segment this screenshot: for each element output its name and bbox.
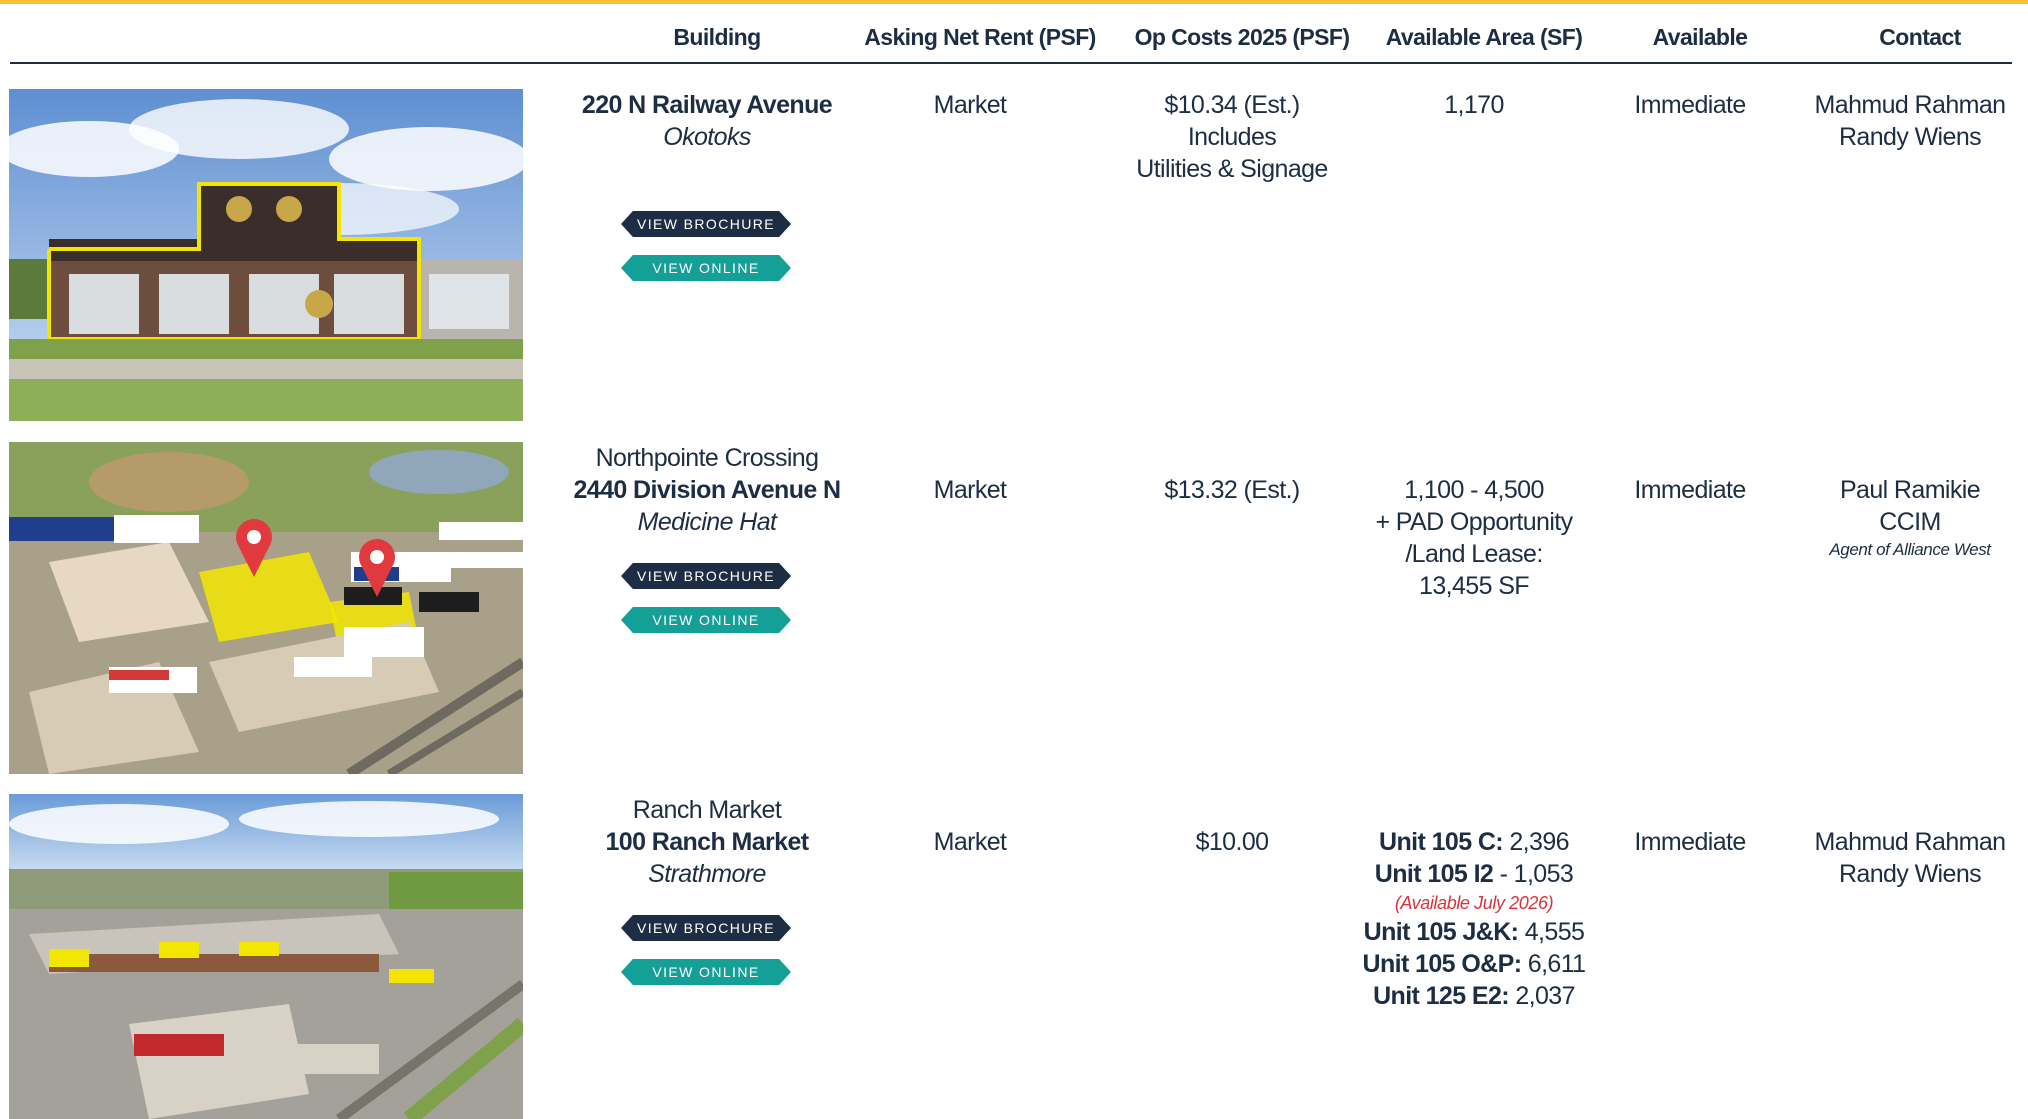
header-asking-rent: Asking Net Rent (PSF) — [864, 24, 1096, 50]
unit-label: Unit 105 I2 — [1374, 860, 1494, 888]
view-online-button[interactable]: VIEW ONLINE — [621, 959, 791, 985]
contact-designation: CCIM — [1879, 508, 1941, 536]
unit-area: 6,611 — [1521, 950, 1586, 978]
view-online-button[interactable]: VIEW ONLINE — [621, 607, 791, 633]
contact-name: Mahmud Rahman — [1814, 91, 2007, 119]
header-building: Building — [673, 24, 761, 50]
view-brochure-button[interactable]: VIEW BROCHURE — [621, 563, 791, 589]
op-costs-note: Utilities & Signage — [1136, 155, 1328, 183]
area-note: + PAD Opportunity — [1375, 508, 1573, 536]
table-row: Ranch Market 100 Ranch Market Strathmore… — [0, 794, 2028, 1119]
availability: Immediate — [1634, 828, 1746, 856]
asking-rent: Market — [933, 91, 1007, 119]
unit-line: Unit 105 O&P: 6,611 — [1339, 948, 1609, 980]
unit-label: Unit 125 E2: — [1373, 982, 1510, 1010]
available-area-cell: Unit 105 C: 2,396 Unit 105 I2 - 1,053 (A… — [1339, 826, 1609, 1012]
available-area-cell: 1,100 - 4,500 + PAD Opportunity /Land Le… — [1339, 474, 1609, 602]
available-area: 1,170 — [1444, 91, 1504, 119]
unit-availability-note: (Available July 2026) — [1394, 893, 1554, 913]
contact-name: Mahmud Rahman — [1814, 828, 2007, 856]
unit-line: Unit 105 I2 - 1,053 — [1339, 858, 1609, 890]
building-address: 2440 Division Avenue N — [573, 476, 841, 504]
table-row: 220 N Railway Avenue Okotoks VIEW BROCHU… — [0, 89, 2028, 424]
property-photo — [9, 442, 523, 774]
unit-line: Unit 125 E2: 2,037 — [1339, 980, 1609, 1012]
contact-cell: Mahmud Rahman Randy Wiens — [1800, 89, 2020, 153]
building-city: Medicine Hat — [637, 508, 777, 536]
building-city: Strathmore — [648, 860, 766, 888]
header-available-area: Available Area (SF) — [1385, 24, 1583, 50]
building-cell: 220 N Railway Avenue Okotoks — [572, 89, 842, 153]
op-costs-note: Includes — [1187, 123, 1277, 151]
contact-name: Randy Wiens — [1838, 123, 1982, 151]
availability: Immediate — [1634, 476, 1746, 504]
unit-area: - 1,053 — [1493, 860, 1574, 888]
unit-area: 2,037 — [1508, 982, 1575, 1010]
unit-label: Unit 105 C: — [1379, 828, 1504, 856]
unit-label: Unit 105 J&K: — [1363, 918, 1519, 946]
op-costs-value: $10.34 (Est.) — [1164, 91, 1300, 119]
building-address: 100 Ranch Market — [605, 828, 810, 856]
op-costs-value: $10.00 — [1195, 828, 1269, 856]
header-available: Available — [1652, 24, 1748, 50]
contact-cell: Mahmud Rahman Randy Wiens — [1800, 826, 2020, 890]
building-name: Northpointe Crossing — [595, 444, 819, 472]
building-name: Ranch Market — [632, 796, 782, 824]
view-brochure-button[interactable]: VIEW BROCHURE — [621, 211, 791, 237]
asking-rent: Market — [933, 476, 1007, 504]
area-note: 13,455 SF — [1419, 572, 1530, 600]
building-city: Okotoks — [663, 123, 751, 151]
contact-name: Paul Ramikie — [1839, 476, 1981, 504]
unit-area: 4,555 — [1518, 918, 1585, 946]
view-brochure-button[interactable]: VIEW BROCHURE — [621, 915, 791, 941]
table-row: Northpointe Crossing 2440 Division Avenu… — [0, 442, 2028, 777]
building-cell: Ranch Market 100 Ranch Market Strathmore — [572, 794, 842, 890]
op-costs-cell: $10.34 (Est.) Includes Utilities & Signa… — [1097, 89, 1367, 185]
contact-cell: Paul Ramikie CCIM Agent of Alliance West — [1800, 474, 2020, 562]
unit-area: 2,396 — [1503, 828, 1569, 856]
view-online-button[interactable]: VIEW ONLINE — [621, 255, 791, 281]
contact-name: Randy Wiens — [1838, 860, 1982, 888]
area-note: /Land Lease: — [1405, 540, 1543, 568]
header-contact: Contact — [1879, 24, 1961, 50]
building-address: 220 N Railway Avenue — [581, 91, 833, 119]
header-op-costs: Op Costs 2025 (PSF) — [1134, 24, 1350, 50]
area-range: 1,100 - 4,500 — [1404, 476, 1544, 504]
availability: Immediate — [1634, 91, 1746, 119]
unit-line: Unit 105 J&K: 4,555 — [1339, 916, 1609, 948]
unit-label: Unit 105 O&P: — [1362, 950, 1523, 978]
property-photo — [9, 89, 523, 421]
unit-line: Unit 105 C: 2,396 — [1339, 826, 1609, 858]
building-cell: Northpointe Crossing 2440 Division Avenu… — [572, 442, 842, 538]
contact-note: Agent of Alliance West — [1829, 540, 1991, 559]
property-photo — [9, 794, 523, 1119]
op-costs-value: $13.32 (Est.) — [1164, 476, 1300, 504]
table-header: Building Asking Net Rent (PSF) Op Costs … — [10, 4, 2012, 64]
asking-rent: Market — [933, 828, 1007, 856]
